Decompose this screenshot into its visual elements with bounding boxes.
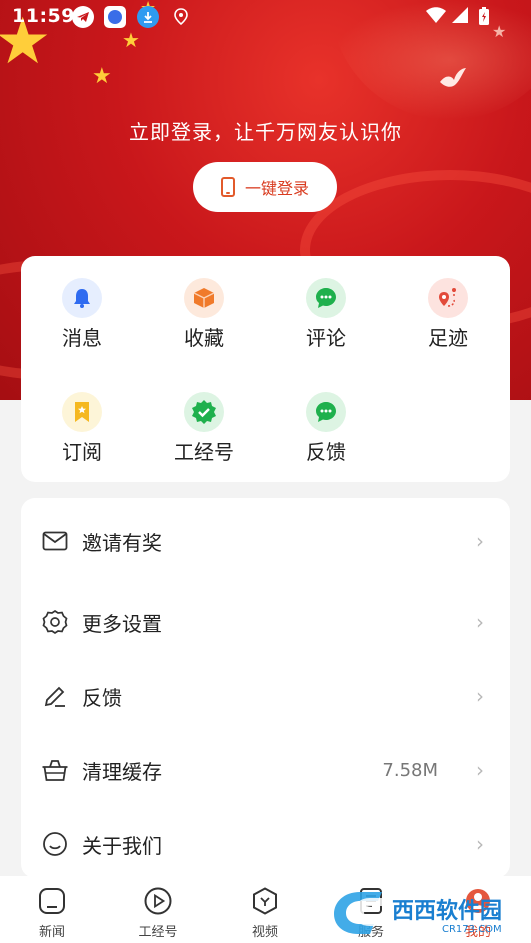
- menu-item-label: 反馈: [82, 685, 122, 710]
- menu-item-label: 关于我们: [82, 833, 162, 858]
- home-icon: [35, 884, 69, 918]
- menu-item-clear-cache[interactable]: 清理缓存 7.58M ›: [21, 745, 510, 795]
- menu-item-label: 清理缓存: [82, 759, 162, 784]
- grid-item-comments[interactable]: 评论: [265, 278, 387, 351]
- menu-item-label: 更多设置: [82, 611, 162, 636]
- play-icon: [141, 884, 175, 918]
- watermark-logo: 西西软件园 CR173.COM: [334, 892, 502, 935]
- settings-icon: [41, 608, 69, 636]
- menu-item-more-settings[interactable]: 更多设置 ›: [21, 597, 510, 647]
- login-prompt: 立即登录，让千万网友认识你: [129, 120, 402, 144]
- bell-icon: [62, 278, 102, 318]
- flag-star-decoration: ★: [92, 64, 112, 89]
- settings-menu: 邀请有奖 › 更多设置 › 反馈 › 清理缓存 7.58M › 关于我们 ›: [21, 498, 510, 878]
- telegram-icon: [72, 6, 94, 28]
- grid-item-label: 评论: [306, 326, 346, 350]
- chevron-right-icon: ›: [476, 832, 484, 856]
- cache-size-value: 7.58M: [382, 759, 438, 781]
- menu-item-label: 邀请有奖: [82, 530, 162, 555]
- one-click-login-button[interactable]: 一键登录: [193, 162, 337, 212]
- chat-icon: [306, 392, 346, 432]
- tab-label: 视频: [251, 925, 278, 940]
- shortcut-grid: 消息 收藏 评论 足迹 订阅 工经号 反馈: [21, 256, 510, 482]
- menu-item-feedback[interactable]: 反馈 ›: [21, 671, 510, 721]
- tab-label: 工经号: [138, 925, 178, 940]
- hexagon-icon: [248, 884, 282, 918]
- chevron-right-icon: ›: [476, 684, 484, 708]
- grid-item-label: 足迹: [428, 326, 468, 350]
- bookmark-icon: [62, 392, 102, 432]
- chat-icon: [306, 278, 346, 318]
- dove-icon: [440, 68, 466, 87]
- tab-label: 新闻: [38, 925, 65, 940]
- status-time: 11:59: [12, 5, 75, 27]
- grid-item-subscriptions[interactable]: 订阅: [21, 392, 143, 465]
- grid-item-label: 消息: [62, 326, 102, 350]
- chevron-right-icon: ›: [476, 758, 484, 782]
- battery-icon: [478, 6, 490, 30]
- menu-item-invite[interactable]: 邀请有奖 ›: [21, 516, 510, 566]
- grid-item-favorites[interactable]: 收藏: [143, 278, 265, 351]
- svg-text:CR173.COM: CR173.COM: [442, 924, 502, 935]
- grid-item-gongjinghao[interactable]: 工经号: [143, 392, 265, 465]
- edit-icon: [41, 682, 69, 710]
- tab-news[interactable]: 新闻: [17, 884, 87, 940]
- phone-icon: [220, 177, 235, 197]
- grid-item-feedback[interactable]: 反馈: [265, 392, 387, 465]
- tab-video[interactable]: 视频: [230, 884, 300, 940]
- map-pin-icon: [428, 278, 468, 318]
- download-icon: [137, 6, 159, 28]
- login-button-label: 一键登录: [244, 179, 309, 198]
- grid-item-label: 反馈: [306, 440, 346, 464]
- menu-item-about[interactable]: 关于我们 ›: [21, 819, 510, 869]
- chevron-right-icon: ›: [476, 610, 484, 634]
- box-icon: [184, 278, 224, 318]
- chevron-right-icon: ›: [476, 529, 484, 553]
- signal-icon: [450, 6, 470, 28]
- basket-icon: [41, 756, 69, 784]
- grid-item-footprints[interactable]: 足迹: [387, 278, 509, 351]
- watermark-text: 西西软件园: [392, 898, 502, 924]
- wifi-icon: [425, 6, 447, 28]
- grid-item-label: 收藏: [184, 326, 224, 350]
- tab-gongjinghao[interactable]: 工经号: [123, 884, 193, 940]
- smile-icon: [41, 830, 69, 858]
- status-bar: 11:59: [0, 0, 531, 34]
- grid-item-messages[interactable]: 消息: [21, 278, 143, 351]
- messenger-icon: [104, 6, 126, 28]
- location-icon: [170, 6, 192, 28]
- mail-icon: [41, 527, 69, 555]
- grid-item-label: 工经号: [174, 440, 234, 464]
- verified-icon: [184, 392, 224, 432]
- grid-item-label: 订阅: [62, 440, 102, 464]
